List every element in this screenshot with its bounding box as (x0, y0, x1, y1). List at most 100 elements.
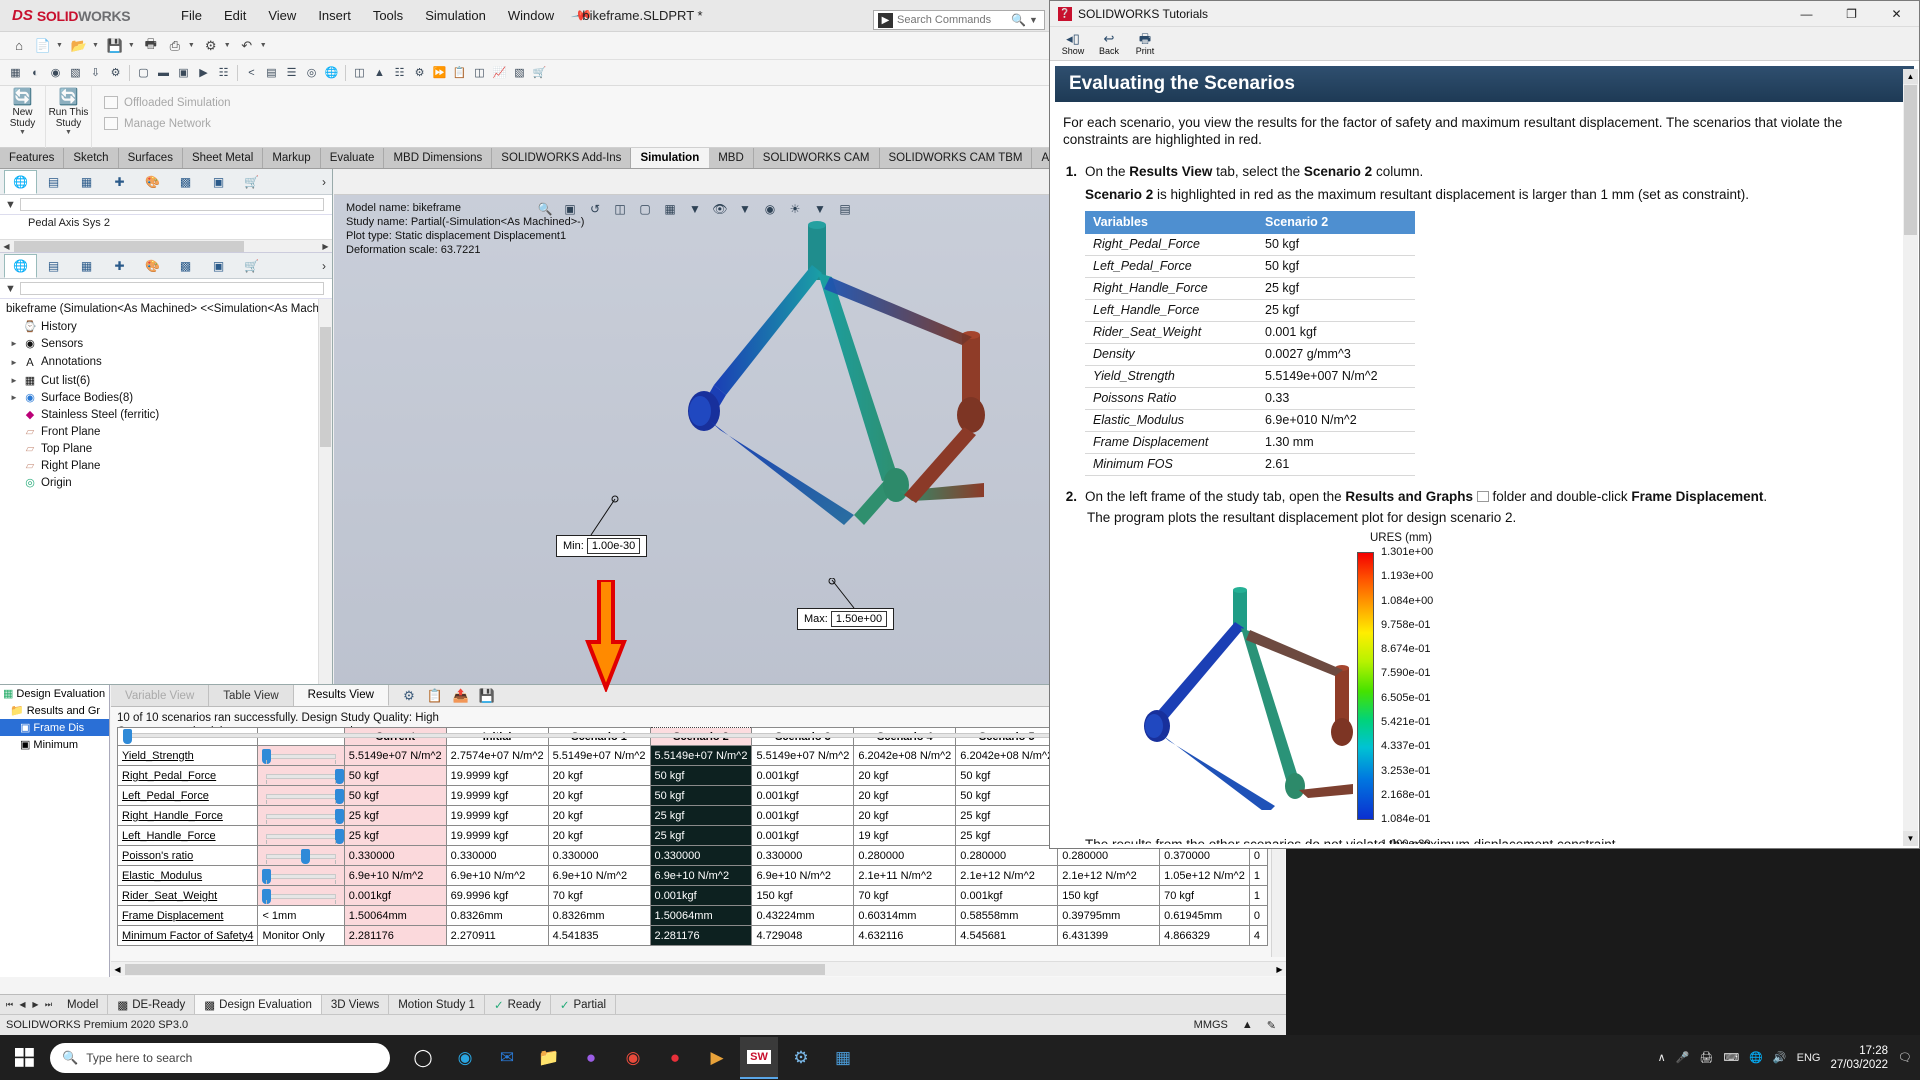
slider-thumb[interactable] (335, 789, 344, 804)
display-manager-tab2-icon[interactable]: 🎨 (136, 254, 169, 278)
cell-current[interactable]: 6.9e+10 N/m^2 (343, 865, 447, 886)
tree-toggle[interactable]: ► (10, 393, 19, 402)
feature-tree-root[interactable]: bikeframe (Simulation<As Machined> <<Sim… (0, 299, 332, 318)
tree-item-history[interactable]: ⌚ History (0, 318, 332, 335)
chevron-right-icon[interactable]: › (322, 259, 326, 273)
cell-value[interactable]: 0.8326mm (547, 905, 651, 926)
tutorial-print-button[interactable]: 🖶 Print (1128, 31, 1162, 56)
chevron-down-icon[interactable]: ▼ (260, 42, 267, 49)
microphone-icon[interactable]: 🎤 (1676, 1051, 1690, 1064)
configuration-manager-tab-icon[interactable]: ▦ (70, 170, 103, 194)
cell-value[interactable]: 6.9e+10 N/m^2 (547, 865, 651, 886)
cell-value[interactable]: 1 (1248, 865, 1268, 886)
apply-material-icon[interactable]: ◉ (46, 63, 65, 83)
doc-tab-design-evaluation[interactable]: ▩ Design Evaluation (195, 995, 322, 1014)
tree-toggle[interactable]: ► (10, 376, 19, 385)
cell-current[interactable]: 50 kgf (343, 765, 447, 786)
last-tab-icon[interactable]: ⏭ (42, 1000, 55, 1010)
cell-value[interactable]: 5.5149e+07 N/m^2 (751, 745, 855, 766)
cell-value[interactable]: 0.001kgf (751, 765, 855, 786)
cell-scenario-2[interactable]: 2.281176 (649, 925, 753, 946)
tree-vscroll-thumb[interactable] (320, 327, 331, 447)
cell-value[interactable]: 19.9999 kgf (445, 785, 549, 806)
cell-value[interactable]: 0.280000 (853, 845, 957, 866)
menu-window[interactable]: Window (497, 3, 565, 28)
menu-tools[interactable]: Tools (362, 3, 414, 28)
cell-scenario-2[interactable]: 50 kgf (649, 765, 753, 786)
cell-value[interactable]: 4.545681 (955, 925, 1059, 946)
pin-icon[interactable]: 📌 (570, 4, 593, 28)
property-manager-tab2-icon[interactable]: ▤ (37, 254, 70, 278)
tutorial-maximize-button[interactable]: ❐ (1829, 1, 1874, 27)
results-table-hscrollbar[interactable]: ◀ ▶ (111, 961, 1286, 976)
network-icon[interactable]: 🌐 (1749, 1051, 1763, 1064)
cell-value[interactable]: 2.1e+12 N/m^2 (1057, 865, 1161, 886)
tree-item-sensors[interactable]: ► ◉ Sensors (0, 335, 332, 352)
menu-edit[interactable]: Edit (213, 3, 257, 28)
row-constraint-cell[interactable]: Monitor Only (257, 925, 345, 946)
search-commands-box[interactable]: ▶ 🔍 ▼ (873, 10, 1045, 30)
mesh-icon[interactable]: ▦ (6, 63, 25, 83)
simulation-tab2-icon[interactable]: ▩ (169, 254, 202, 278)
settings-icon[interactable]: ⚙ (410, 63, 429, 83)
cell-value[interactable]: 4.541835 (547, 925, 651, 946)
cell-value[interactable]: 0.001kgf (751, 825, 855, 846)
cell-value[interactable]: 0.001kgf (955, 885, 1059, 906)
cell-value[interactable]: 19.9999 kgf (445, 825, 549, 846)
list-icon[interactable]: ☰ (282, 63, 301, 83)
hscroll-thumb[interactable] (125, 964, 825, 975)
doc-tab-3d-views[interactable]: 3D Views (322, 995, 390, 1014)
chevron-down-icon[interactable]: ▼ (128, 42, 135, 49)
cell-value[interactable]: 19 kgf (853, 825, 957, 846)
simulation-tab-icon[interactable]: ▩ (169, 170, 202, 194)
cell-value[interactable]: 4.632116 (853, 925, 957, 946)
tutorial-vscrollbar[interactable]: ▲ ▼ (1903, 69, 1918, 846)
cell-value[interactable]: 6.9e+10 N/m^2 (445, 865, 549, 886)
tutorial-show-button[interactable]: ◂▯ Show (1056, 31, 1090, 56)
filter-icon[interactable]: ▼ (5, 199, 16, 211)
slider-track[interactable] (266, 754, 336, 759)
tutorial-taskbar-icon[interactable]: ▦ (824, 1037, 862, 1079)
cell-current[interactable]: 25 kgf (343, 805, 447, 826)
cell-value[interactable]: 25 kgf (955, 825, 1059, 846)
row-slider-cell[interactable] (257, 845, 345, 866)
study-advisor-icon[interactable]: ◐ (26, 63, 45, 83)
tutorial-content[interactable]: For each scenario, you view the results … (1055, 106, 1900, 844)
property-manager-tab-icon[interactable]: ▤ (37, 170, 70, 194)
tab-markup[interactable]: Markup (263, 148, 321, 168)
appearance-tab-icon[interactable]: ▣ (202, 170, 235, 194)
language-indicator[interactable]: ENG (1797, 1052, 1821, 1064)
cell-value[interactable]: 70 kgf (853, 885, 957, 906)
edit-icon[interactable]: ✎ (1267, 1019, 1276, 1032)
row-slider-cell[interactable] (257, 805, 345, 826)
feature-tree-tab2-icon[interactable]: 🌐 (4, 253, 37, 278)
cell-current[interactable]: 2.281176 (343, 925, 447, 946)
cell-scenario-2[interactable]: 6.9e+10 N/m^2 (649, 865, 753, 886)
less-than-icon[interactable]: < (242, 63, 261, 83)
sw-tools-icon[interactable]: ⚙ (782, 1037, 820, 1079)
tree-item-annotations[interactable]: ► Ａ Annotations (0, 352, 332, 372)
ds-tree-frame-displacement[interactable]: ▣ Frame Dis (0, 719, 109, 736)
slider-thumb[interactable] (335, 769, 344, 784)
doc-tab-model[interactable]: Model (58, 995, 109, 1014)
file-explorer-icon[interactable]: 📁 (530, 1037, 568, 1079)
slider-track[interactable] (266, 894, 336, 899)
prev-tab-icon[interactable]: ◀ (16, 1000, 29, 1009)
cell-value[interactable]: 6.2042e+08 N/m^2 (853, 745, 957, 766)
print-preview-icon[interactable]: ⎙ (164, 35, 186, 57)
magnifier-icon[interactable]: 🔍 (1011, 13, 1026, 27)
slider-track[interactable] (266, 814, 336, 819)
doc-tab-ready[interactable]: ✓ Ready (485, 995, 551, 1014)
tutorial-minimize-button[interactable]: — (1784, 1, 1829, 27)
task-view-icon[interactable]: ◯ (404, 1037, 442, 1079)
chevron-down-icon[interactable]: ▼ (188, 42, 195, 49)
cell-value[interactable]: 20 kgf (547, 825, 651, 846)
row-slider-cell[interactable] (257, 885, 345, 906)
doc-tab-motion-study[interactable]: Motion Study 1 (389, 995, 485, 1014)
taskbar-search-box[interactable]: 🔍 Type here to search (50, 1042, 390, 1073)
save-icon[interactable]: 💾 (477, 687, 497, 705)
menu-insert[interactable]: Insert (307, 3, 362, 28)
tab-solidworks-addins[interactable]: SOLIDWORKS Add-Ins (492, 148, 632, 168)
cell-value[interactable]: 50 kgf (955, 785, 1059, 806)
notification-icon[interactable]: 🗨 (1898, 1051, 1912, 1064)
